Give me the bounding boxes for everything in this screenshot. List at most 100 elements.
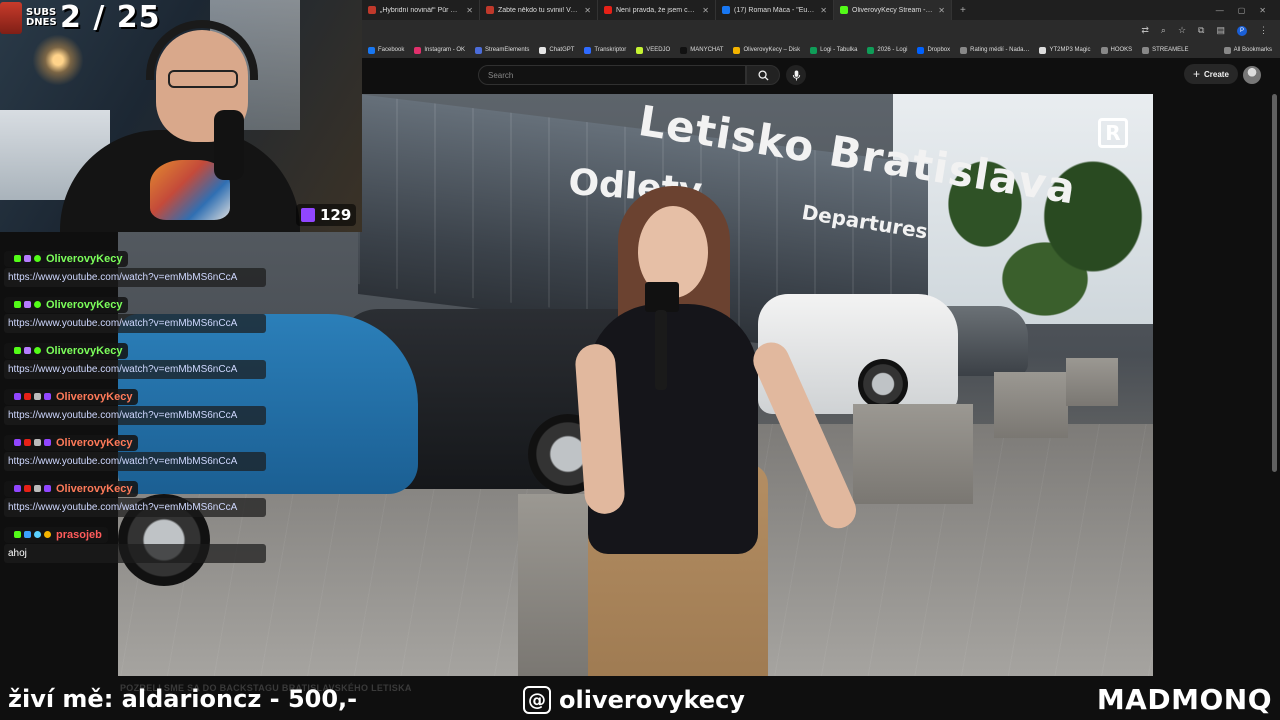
close-window-icon[interactable]: ✕ <box>1259 6 1266 15</box>
subs-goal-icon <box>0 1 22 34</box>
bits-badge-icon <box>44 485 51 492</box>
chat-message: prasojeb ahoj <box>4 525 268 563</box>
glasses <box>168 70 238 88</box>
browser-tab-bar: „Hybridní novinář“ Půr má komu… ✕ Zabte n… <box>362 0 1280 20</box>
all-bookmarks-button[interactable]: All Bookmarks <box>1223 46 1280 54</box>
bookmark-item[interactable]: HOOKS <box>1100 46 1132 54</box>
sponsor-logo: MADMONQ <box>1096 683 1272 716</box>
chat-message: OliverovyKecy https://www.youtube.com/wa… <box>4 479 268 517</box>
extensions-icon[interactable]: ⧉ <box>1198 25 1204 36</box>
chat-message-header: OliverovyKecy <box>4 434 139 451</box>
tab-label: OliverovyKecy Stream - Watch… <box>852 6 934 14</box>
chat-message: OliverovyKecy https://www.youtube.com/wa… <box>4 387 268 425</box>
bookmark-favicon-icon <box>960 46 968 54</box>
bookmark-item[interactable]: OliverovyKecy – Disk <box>733 46 800 54</box>
search-input[interactable]: Search <box>478 65 746 85</box>
tab-label: Zabte někdo tu svinii! Vyhrožov… <box>498 6 581 14</box>
voice-search-button[interactable] <box>786 65 806 85</box>
chat-overlay: OliverovyKecy https://www.youtube.com/wa… <box>4 249 268 571</box>
mic-badge-icon <box>24 255 31 262</box>
subs-goal-label: SUBS DNES <box>26 6 57 28</box>
tab-label: „Hybridní novinář“ Půr má komu… <box>380 6 462 14</box>
lamp-light <box>28 30 88 90</box>
bookmark-item[interactable]: StreamElements <box>475 46 529 54</box>
create-button[interactable]: + Create <box>1184 64 1238 84</box>
browser-tab[interactable]: Není pravda, že jsem chtěla zak… ✕ <box>598 0 716 20</box>
browser-toolbar: ⇄ ⌕ ☆ ⧉ ▤ P ⋮ <box>362 20 1280 42</box>
microphone <box>645 282 679 392</box>
bookmark-item[interactable]: VEEDJO <box>636 46 670 54</box>
bookmark-item[interactable]: Dropbox <box>917 46 950 54</box>
close-tab-icon[interactable]: ✕ <box>466 6 473 15</box>
chat-message: OliverovyKecy https://www.youtube.com/wa… <box>4 295 268 333</box>
youtube-header: Search + Create <box>362 58 1280 92</box>
bookmark-item[interactable]: Logi - Tabulka <box>810 46 857 54</box>
cat-badge-icon <box>34 439 41 446</box>
translate-icon[interactable]: ⇄ <box>1141 25 1149 36</box>
cat-badge-icon <box>34 485 41 492</box>
bookmark-item[interactable]: 2026 - Logi <box>867 46 907 54</box>
bookmark-favicon-icon <box>475 46 483 54</box>
chat-username: OliverovyKecy <box>56 436 133 449</box>
chat-username: OliverovyKecy <box>56 390 133 403</box>
globe-badge-icon <box>34 531 41 538</box>
minimize-icon[interactable]: — <box>1216 6 1224 15</box>
search-button[interactable] <box>746 65 780 85</box>
browser-tab[interactable]: Zabte někdo tu svinii! Vyhrožov…✕ <box>480 0 598 20</box>
chat-username: OliverovyKecy <box>56 482 133 495</box>
close-tab-icon[interactable]: ✕ <box>584 6 591 15</box>
mic-badge-icon <box>24 347 31 354</box>
chat-message-text: https://www.youtube.com/watch?v=emMbMS6n… <box>4 268 266 287</box>
maximize-icon[interactable]: ▢ <box>1238 6 1246 15</box>
kick-badge-icon <box>14 347 21 354</box>
chat-message-header: OliverovyKecy <box>4 388 139 405</box>
zoom-icon[interactable]: ⌕ <box>1161 25 1166 36</box>
social-handle: @ oliverovykecy <box>523 686 745 714</box>
chat-message: OliverovyKecy https://www.youtube.com/wa… <box>4 433 268 471</box>
bookmark-item[interactable]: YT2MP3 Magic <box>1039 46 1091 54</box>
cat-badge-icon <box>34 393 41 400</box>
bookmark-item[interactable]: Facebook <box>368 46 404 54</box>
chat-message-text: https://www.youtube.com/watch?v=emMbMS6n… <box>4 360 266 379</box>
chat-message-header: prasojeb <box>4 526 108 543</box>
studio-microphone <box>214 110 244 180</box>
bookmark-item[interactable]: Instagram - OK <box>414 46 465 54</box>
menu-kebab-icon[interactable]: ⋮ <box>1259 25 1268 36</box>
close-tab-icon[interactable]: ✕ <box>702 6 709 15</box>
sidebar-icon[interactable]: ▤ <box>1216 25 1225 36</box>
page-scrollbar[interactable] <box>1272 94 1277 472</box>
chat-message-text: https://www.youtube.com/watch?v=emMbMS6n… <box>4 452 266 471</box>
bookmark-item[interactable]: Rating médií - Nada… <box>960 46 1029 54</box>
browser-tab[interactable]: (17) Roman Máca - "Europarlam…✕ <box>716 0 834 20</box>
subs-goal-count: 2 / 25 <box>60 0 161 35</box>
bookmark-item[interactable]: ChatGPT <box>539 46 574 54</box>
account-avatar[interactable] <box>1243 66 1261 84</box>
browser-tab[interactable]: „Hybridní novinář“ Půr má komu… ✕ <box>362 0 480 20</box>
twitch-badge-icon <box>14 485 21 492</box>
coin-badge-icon <box>44 531 51 538</box>
chat-username: OliverovyKecy <box>46 298 123 311</box>
youtube-badge-icon <box>24 439 31 446</box>
new-tab-button[interactable]: + <box>952 5 974 16</box>
bookmark-item[interactable]: STREAMELE <box>1142 46 1189 54</box>
twitch-icon <box>301 208 315 222</box>
tab-favicon-icon <box>486 6 494 14</box>
bookmark-star-icon[interactable]: ☆ <box>1178 25 1186 36</box>
close-tab-icon[interactable]: ✕ <box>938 6 945 15</box>
stream-scene: „Hybridní novinář“ Půr má komu… ✕ Zabte n… <box>0 0 1280 720</box>
browser-tab-active[interactable]: OliverovyKecy Stream - Watch… ✕ <box>834 0 952 20</box>
bookmark-item[interactable]: Transkriptor <box>584 46 626 54</box>
chat-username: OliverovyKecy <box>46 344 123 357</box>
kick-badge-icon <box>14 301 21 308</box>
close-tab-icon[interactable]: ✕ <box>820 6 827 15</box>
bookmark-item[interactable]: MANYCHAT <box>680 46 723 54</box>
verified-badge-icon <box>34 255 41 262</box>
bookmark-favicon-icon <box>539 46 547 54</box>
folder-icon <box>1100 46 1108 54</box>
twitch-badge-icon <box>14 393 21 400</box>
concrete-planter <box>853 404 973 504</box>
verified-badge-icon <box>34 301 41 308</box>
chat-message-header: OliverovyKecy <box>4 296 129 313</box>
bookmark-favicon-icon <box>636 46 644 54</box>
profile-avatar[interactable]: P <box>1237 25 1247 36</box>
